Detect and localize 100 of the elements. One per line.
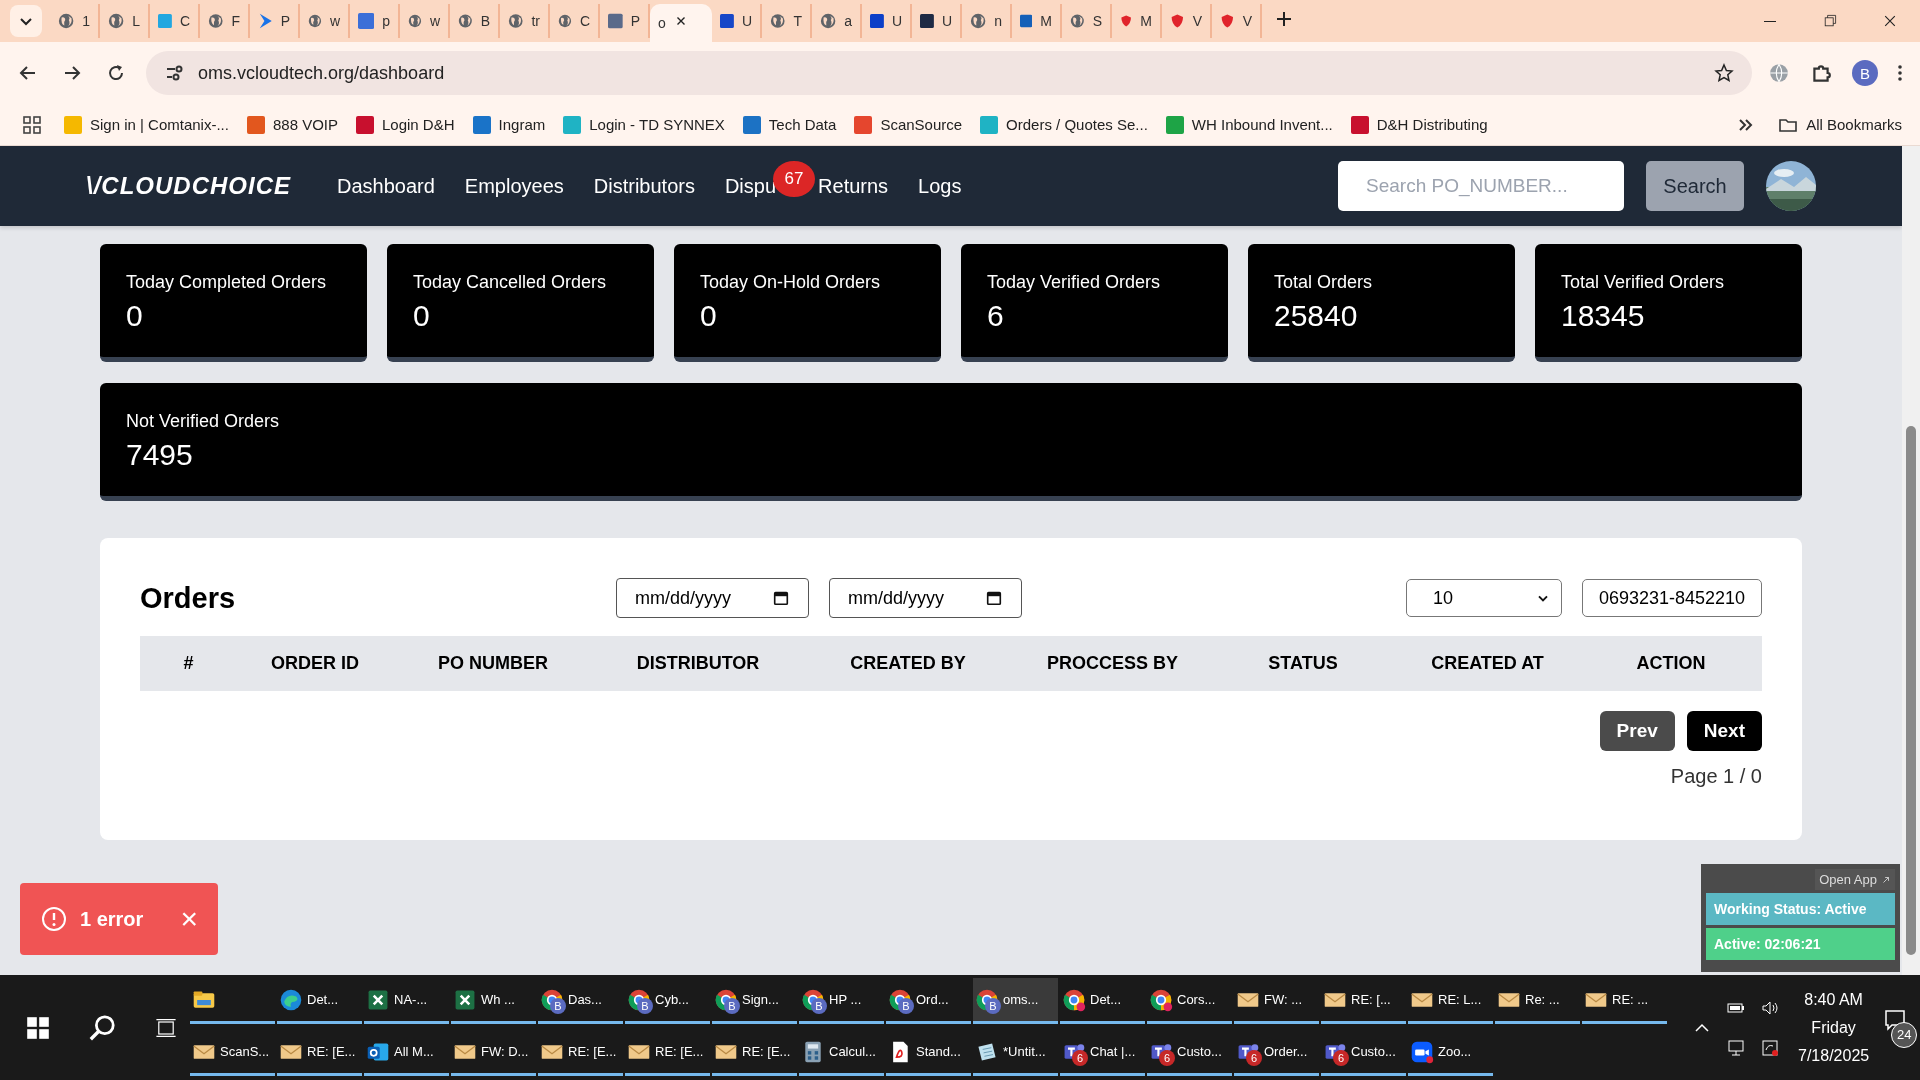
browser-tab[interactable]: C xyxy=(150,4,200,38)
browser-tab[interactable]: V xyxy=(1162,4,1212,38)
address-bar[interactable]: oms.vcloudtech.org/dashboard xyxy=(146,51,1752,95)
browser-tab[interactable]: U xyxy=(712,4,762,38)
scrollbar[interactable] xyxy=(1902,146,1920,975)
globe-icon xyxy=(308,12,322,30)
browser-tab[interactable]: o xyxy=(650,4,712,42)
browser-tab[interactable]: tr xyxy=(500,4,550,38)
toast-message: 1 error xyxy=(80,907,144,931)
taskbar-app[interactable]: 6 Custo... xyxy=(1147,1030,1232,1076)
taskbar-app[interactable]: 6 Order... xyxy=(1234,1030,1319,1076)
browser-tab[interactable]: U xyxy=(862,4,912,38)
taskbar-app[interactable]: All M... xyxy=(364,1030,449,1076)
open-app-button[interactable]: Open App xyxy=(1815,869,1895,890)
taskbar-app[interactable]: B HP ... xyxy=(799,978,884,1024)
taskbar-app[interactable]: B Cyb... xyxy=(625,978,710,1024)
chrome-icon xyxy=(1149,987,1173,1012)
taskbar-app[interactable]: RE: [E... xyxy=(277,1030,362,1076)
taskbar-app[interactable]: Calcul... xyxy=(799,1030,884,1076)
nav-link[interactable]: Dashboard xyxy=(337,174,435,198)
browser-tab[interactable]: B xyxy=(450,4,500,38)
column-header: CREATED BY xyxy=(850,653,966,674)
browser-tab[interactable]: a xyxy=(812,4,862,38)
taskbar-app[interactable]: FW: D... xyxy=(451,1030,536,1076)
bookmark[interactable]: ScanSource xyxy=(854,115,963,134)
prev-button[interactable]: Prev xyxy=(1599,711,1675,751)
bookmark[interactable]: Login - TD SYNNEX xyxy=(563,115,725,134)
browser-tab[interactable]: V xyxy=(1212,4,1262,38)
browser-tab[interactable]: p xyxy=(350,4,400,38)
search-button[interactable]: Search xyxy=(1646,161,1744,211)
nav-link[interactable]: Employees xyxy=(464,174,564,198)
tab-title: U xyxy=(941,13,952,29)
tab-title: p xyxy=(382,13,390,29)
globe-icon xyxy=(1070,12,1085,30)
taskbar-app[interactable]: Cors... xyxy=(1147,978,1232,1024)
browser-tab[interactable]: M xyxy=(1012,4,1062,38)
browser-tab[interactable]: M xyxy=(1112,4,1162,38)
date-field[interactable]: mm/dd/yyyy xyxy=(829,578,1022,618)
column-header: PO NUMBER xyxy=(438,653,548,674)
browser-tab[interactable]: w xyxy=(300,4,350,38)
taskbar-app[interactable]: 6 Chat |... xyxy=(1060,1030,1145,1076)
stat-value: 25840 xyxy=(1274,299,1359,333)
browser-tab[interactable]: n xyxy=(962,4,1012,38)
page-size-select[interactable]: 10 xyxy=(1406,579,1562,617)
notification-button[interactable]: 24 xyxy=(1883,1007,1918,1048)
bookmark[interactable]: WH Inbound Invent... xyxy=(1165,115,1333,134)
taskbar-app[interactable]: 6 Custo... xyxy=(1321,1030,1406,1076)
bookmark[interactable]: Login D&H xyxy=(356,115,455,134)
taskbar-app[interactable]: Wh ... xyxy=(451,978,536,1024)
browser-tab[interactable]: w xyxy=(400,4,450,38)
tab-title: C xyxy=(179,13,190,29)
po-filter-field[interactable]: 0693231-8452210 xyxy=(1582,579,1762,617)
taskbar-app[interactable]: RE: L... xyxy=(1408,978,1493,1024)
taskbar-app[interactable]: NA-... xyxy=(364,978,449,1024)
taskbar-app[interactable]: RE: [... xyxy=(1321,978,1406,1024)
browser-tab[interactable]: U xyxy=(912,4,962,38)
taskbar-app[interactable]: B oms... xyxy=(973,978,1058,1024)
browser-tab[interactable]: C xyxy=(550,4,600,38)
browser-tab[interactable]: P xyxy=(250,4,300,38)
all-bookmarks-button[interactable]: All Bookmarks xyxy=(1778,114,1902,135)
taskbar-app[interactable]: Re: ... xyxy=(1495,978,1580,1024)
nav-link[interactable]: Returns xyxy=(818,174,889,198)
taskbar-app[interactable]: FW: ... xyxy=(1234,978,1319,1024)
bookmark[interactable]: 888 VOIP xyxy=(246,115,338,134)
nav-link[interactable]: Logs xyxy=(918,174,962,198)
taskbar-app[interactable]: Stand... xyxy=(886,1030,971,1076)
bookmark[interactable]: Tech Data xyxy=(742,115,837,134)
restore-icon xyxy=(1822,13,1838,29)
column-header: CREATED AT xyxy=(1431,653,1544,674)
taskbar-app[interactable]: *Untit... xyxy=(973,1030,1058,1076)
tab-title: o xyxy=(658,15,666,31)
date-field[interactable]: mm/dd/yyyy xyxy=(616,578,809,618)
taskbar-app[interactable]: Det... xyxy=(277,978,362,1024)
taskbar-app[interactable]: Zoo... xyxy=(1408,1030,1493,1076)
globe-icon xyxy=(458,12,473,30)
browser-tab[interactable]: F xyxy=(200,4,250,38)
bookmark[interactable]: Ingram xyxy=(472,115,546,134)
browser-tab[interactable]: T xyxy=(762,4,812,38)
plus-icon xyxy=(1274,9,1294,29)
taskbar-app[interactable]: RE: [E... xyxy=(712,1030,797,1076)
taskbar-app[interactable]: ScanS... xyxy=(190,1030,275,1076)
taskbar-app[interactable]: Det... xyxy=(1060,978,1145,1024)
browser-tab[interactable]: L xyxy=(100,4,150,38)
browser-tab[interactable]: S xyxy=(1062,4,1112,38)
nav-link[interactable]: Distributors xyxy=(593,174,695,198)
tab-title: P xyxy=(630,13,640,29)
next-button[interactable]: Next xyxy=(1686,711,1762,751)
taskbar-app[interactable]: B Ord... xyxy=(886,978,971,1024)
profile-button[interactable]: B xyxy=(1852,60,1878,86)
bookmark[interactable]: Orders / Quotes Se... xyxy=(980,115,1148,134)
browser-tab[interactable]: 1 xyxy=(50,4,100,38)
taskbar-app[interactable]: B Das... xyxy=(538,978,623,1024)
taskbar-app[interactable]: RE: [E... xyxy=(625,1030,710,1076)
search-field[interactable]: Search PO_NUMBER... xyxy=(1338,161,1624,211)
bookmark[interactable]: D&H Distributing xyxy=(1350,115,1488,134)
taskbar-app[interactable]: RE: ... xyxy=(1582,978,1667,1024)
tab-search-button[interactable] xyxy=(10,5,42,37)
taskbar-app[interactable]: RE: [E... xyxy=(538,1030,623,1076)
bookmark[interactable]: Sign in | Comtanix-... xyxy=(64,115,229,134)
taskbar-app[interactable]: B Sign... xyxy=(712,978,797,1024)
